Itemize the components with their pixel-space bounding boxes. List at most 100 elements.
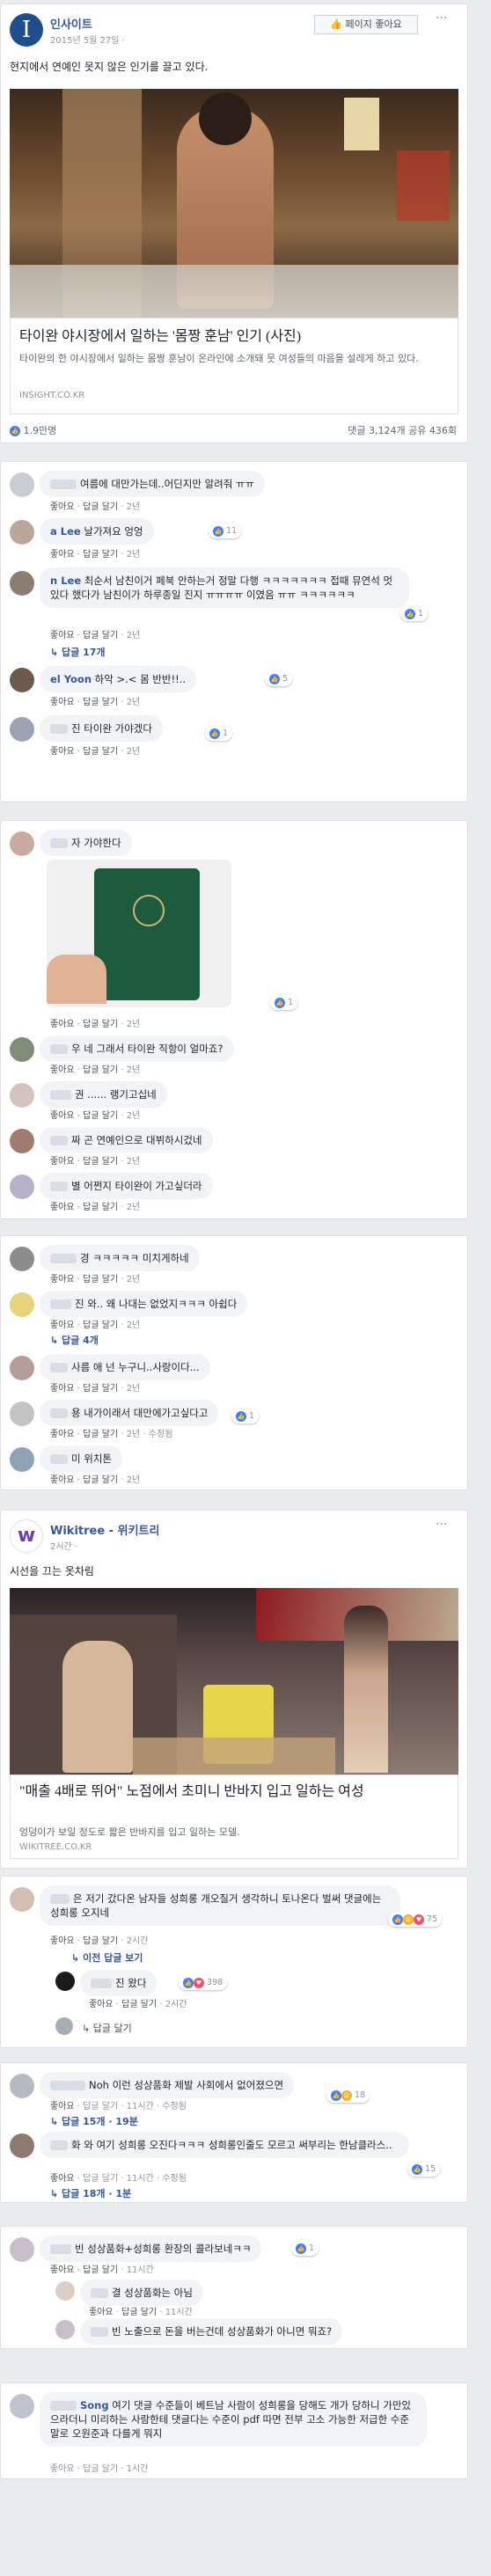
comment-reactions[interactable]: 👍 15	[407, 2162, 441, 2177]
link-domain: INSIGHT.CO.KR	[19, 391, 85, 400]
reply-reactions[interactable]: 👍 ♥ 398	[179, 1975, 228, 1990]
avatar[interactable]	[10, 2237, 34, 2262]
page-name[interactable]: Wikitree - 위키트리	[50, 1521, 159, 1538]
comment-actions[interactable]: 좋아요 · 답글 달기 · 2년	[50, 499, 140, 512]
page-avatar-wikitree[interactable]: w	[10, 1519, 43, 1553]
comment-actions[interactable]: 좋아요 · 답글 달기 · 2년	[50, 1271, 140, 1284]
avatar[interactable]	[10, 1292, 34, 1317]
view-replies-link[interactable]: ↳ 답글 15개 · 19분	[50, 2114, 138, 2128]
photo-reactions[interactable]: 👍 1	[270, 995, 298, 1010]
comment-actions[interactable]: 좋아요 · 답글 달기 · 1시간	[50, 2461, 148, 2474]
comment-reactions[interactable]: 👍 11	[209, 523, 242, 538]
comment: n Lee 최순서 남친이거 페북 안하는거 정말 다행 ㅋㅋㅋㅋㅋㅋㅋ 접때 …	[40, 567, 409, 608]
comment-actions[interactable]: 좋아요 · 답글 달기 · 2년	[50, 743, 140, 757]
reply: 빈 노출으로 돈을 버는건데 성상품화가 아니면 뭐죠?	[80, 2318, 343, 2345]
comment-reactions[interactable]: 👍 1	[205, 726, 233, 741]
more-options-icon[interactable]: ···	[436, 1518, 447, 1532]
reaction-summary[interactable]: 👍 1.9만명	[10, 423, 56, 437]
comment-actions[interactable]: 좋아요 · 답글 달기 · 2년	[50, 1062, 140, 1075]
like-page-button[interactable]: 👍 페이지 좋아요	[314, 15, 418, 34]
reply: 결 성상품화는 아님	[80, 2280, 203, 2306]
comment-reactions[interactable]: 👍 1	[291, 2241, 319, 2256]
reply-actions[interactable]: 좋아요 · 답글 달기 · 11시간	[89, 2304, 193, 2317]
like-reaction-icon: 👍	[10, 426, 20, 436]
comment-reactions[interactable]: 👍 😮 ♥ 75	[388, 1912, 443, 1927]
link-description: 타이완의 한 야시장에서 일하는 몸짱 훈남이 온라인에 소개돼 뭇 여성들의 …	[19, 353, 419, 364]
avatar[interactable]	[10, 1356, 34, 1380]
avatar[interactable]	[10, 1447, 34, 1472]
page-name[interactable]: 인사이트	[50, 15, 92, 32]
comment: 은 저기 갔다온 남자들 성희롱 개오질거 생각하니 토나온다 벌써 댓글에는 …	[40, 1885, 400, 1926]
post-date: 2시간 ·	[50, 1542, 78, 1552]
comment-reactions[interactable]: 👍 1	[400, 606, 429, 621]
comment-actions[interactable]: 좋아요 · 답글 달기 · 2년	[50, 1108, 140, 1121]
reply-arrow-icon: ↳	[82, 2023, 93, 2034]
comment: 사름 애 넌 누구니..사랑이다...	[40, 1354, 210, 1380]
view-replies-link[interactable]: ↳ 답글 4개	[50, 1333, 99, 1347]
comment-reactions[interactable]: 👍 😮 18	[326, 2088, 370, 2103]
post-photo[interactable]	[10, 1588, 458, 1775]
avatar[interactable]	[10, 2133, 34, 2158]
comment-share-count[interactable]: 댓글 3,124개 공유 436회	[348, 423, 457, 437]
avatar[interactable]	[55, 2320, 75, 2339]
avatar[interactable]	[10, 520, 34, 545]
avatar[interactable]	[10, 1887, 34, 1912]
avatar[interactable]	[10, 1129, 34, 1153]
comment: 경 ㅋㅋㅋㅋㅋ 미치게하네	[40, 1245, 200, 1271]
avatar[interactable]	[10, 668, 34, 692]
link-preview[interactable]: 타이완 야시장에서 일하는 '몸짱 훈남' 인기 (사진) 타이완의 한 야시장…	[10, 318, 458, 414]
comment-actions[interactable]: 좋아요 · 답글 달기 · 2년 · 수정됨	[50, 1426, 172, 1439]
comment-actions[interactable]: 좋아요 · 답글 달기 · 2년	[50, 694, 140, 707]
page-avatar-insight[interactable]: I	[10, 13, 43, 47]
comment-reactions[interactable]: 👍 1	[231, 1409, 260, 1423]
reply-input[interactable]: ↳ 답글 달기	[82, 2021, 132, 2035]
comment: 별 어쩐지 타이완이 가고싶더라	[40, 1173, 213, 1199]
avatar[interactable]	[10, 717, 34, 742]
view-previous-replies[interactable]: ↳ 이전 답글 보기	[71, 1950, 143, 1965]
reply-actions[interactable]: 좋아요 · 답글 달기 · 2시간	[89, 1996, 187, 2009]
avatar[interactable]	[10, 1175, 34, 1199]
avatar[interactable]	[55, 1972, 75, 1991]
comment: 우 네 그래서 타이완 직항이 얼마죠?	[40, 1036, 234, 1062]
more-options-icon[interactable]: ···	[436, 11, 447, 26]
comment-actions[interactable]: 좋아요 · 답글 달기 · 2년	[50, 1153, 140, 1167]
reply-arrow-icon: ↳	[50, 647, 62, 658]
avatar[interactable]	[10, 2074, 34, 2098]
comment-actions[interactable]: 좋아요 · 답글 달기 · 2년	[50, 1317, 140, 1330]
comment-actions[interactable]: 좋아요 · 답글 달기 · 2년	[50, 546, 140, 560]
post-photo[interactable]	[10, 89, 458, 318]
comment-thread-6: 빈 성상품화+성희롱 환장의 콜라보네ㅋㅋ 👍 1 좋아요 · 답글 달기 · …	[0, 2226, 468, 2349]
comment-actions[interactable]: 좋아요 · 답글 달기 · 2시간	[50, 1933, 148, 1946]
comment-actions[interactable]: 좋아요 · 답글 달기 · 2년	[50, 1016, 140, 1029]
avatar[interactable]	[10, 2394, 34, 2419]
post-card-insight: I 인사이트 2015년 5월 27일 · 👍 페이지 좋아요 ··· 현지에서…	[0, 4, 468, 443]
avatar[interactable]	[55, 2281, 75, 2301]
comment-reactions[interactable]: 👍 5	[265, 671, 293, 686]
comment-actions[interactable]: 좋아요 · 답글 달기 · 2년	[50, 1472, 140, 1485]
view-replies-link[interactable]: ↳ 답글 17개	[50, 645, 106, 659]
comment-actions[interactable]: 좋아요 · 답글 달기 · 2년	[50, 627, 140, 640]
post-card-wikitree: w Wikitree - 위키트리 2시간 · ··· 시선을 끄는 옷차림 "…	[0, 1510, 468, 1869]
comment: 자 가야한다	[40, 830, 132, 856]
link-preview[interactable]: "매출 4배로 뛰어" 노점에서 초미니 반바지 입고 일하는 여성 엉덩이가 …	[10, 1775, 458, 1859]
comment: 짜 곤 연예인으로 대뷔하시겄네	[40, 1127, 213, 1153]
comment-actions[interactable]: 좋아요 · 답글 달기 · 11시간	[50, 2262, 154, 2275]
comment-actions[interactable]: 좋아요 · 답글 달기 · 11시간 · 수정됨	[50, 2098, 187, 2111]
link-description: 엉덩이가 보일 정도로 짧은 반바지를 입고 일하는 모델.	[19, 1826, 240, 1838]
comment-actions[interactable]: 좋아요 · 답글 달기 · 11시간 · 수정됨	[50, 2170, 187, 2184]
avatar[interactable]	[10, 472, 34, 497]
avatar[interactable]	[10, 1083, 34, 1108]
avatar[interactable]	[10, 571, 34, 596]
avatar[interactable]	[10, 1037, 34, 1062]
like-icon: 👍	[330, 18, 346, 30]
comment: 용 내가이래서 대만에가고싶다고	[40, 1400, 219, 1426]
comment-actions[interactable]: 좋아요 · 답글 달기 · 2년	[50, 1380, 140, 1394]
reply-arrow-icon: ↳	[50, 2188, 62, 2199]
avatar[interactable]	[10, 831, 34, 856]
view-replies-link[interactable]: ↳ 답글 18개 · 1분	[50, 2186, 131, 2200]
comment-actions[interactable]: 좋아요 · 답글 달기 · 2년	[50, 1199, 140, 1212]
comment-photo-passport[interactable]	[47, 860, 231, 1007]
post-caption: 시선을 끄는 옷차림	[10, 1565, 94, 1577]
avatar[interactable]	[10, 1401, 34, 1426]
avatar[interactable]	[10, 1247, 34, 1271]
